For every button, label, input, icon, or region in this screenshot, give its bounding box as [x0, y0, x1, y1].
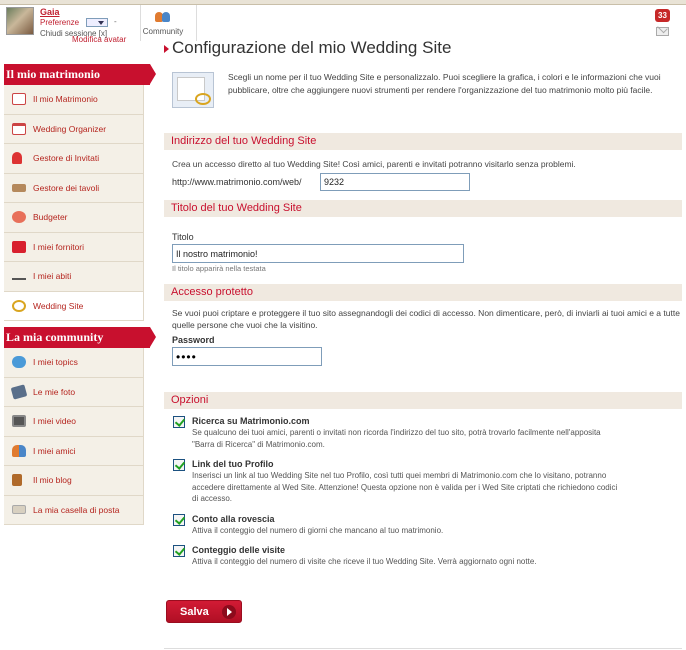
separator-dash: -	[114, 17, 117, 26]
sidebar-item-abiti[interactable]: I miei abiti	[4, 262, 144, 292]
sidebar: Il mio matrimonio Il mio Matrimonio Wedd…	[4, 64, 156, 525]
preferences-dropdown[interactable]	[86, 18, 108, 27]
sidebar-item-gestore-invitati[interactable]: Gestore di Invitati	[4, 144, 144, 174]
sidebar-item-budgeter[interactable]: Budgeter	[4, 203, 144, 233]
option-visit-counter: Conteggio delle visite Attiva il contegg…	[164, 544, 682, 568]
sidebar-item-label: I miei video	[33, 416, 76, 427]
sidebar-item-video[interactable]: I miei video	[4, 407, 144, 437]
sidebar-item-label: Gestore dei tavoli	[33, 182, 100, 193]
option-countdown-checkbox[interactable]	[173, 513, 185, 526]
sidebar-item-wedding-site[interactable]: Wedding Site	[4, 291, 144, 321]
notification-badge[interactable]: 33	[655, 9, 670, 22]
community-label: Community	[142, 27, 184, 36]
sidebar-item-label: La mia casella di posta	[33, 504, 120, 515]
friends-icon	[12, 444, 26, 457]
option-title: Conto alla rovescia	[192, 513, 275, 524]
option-title: Conteggio delle visite	[192, 545, 286, 555]
tables-icon	[12, 183, 26, 192]
mail-icon[interactable]	[656, 27, 669, 36]
divider	[164, 648, 682, 649]
community-button[interactable]: Community	[140, 7, 186, 41]
budget-icon	[12, 211, 26, 224]
address-description: Crea un accesso diretto al tuo Wedding S…	[172, 159, 576, 169]
wedding-site-illustration-icon	[172, 72, 214, 108]
edit-avatar-link[interactable]: Modifica avatar	[72, 35, 126, 44]
password-label: Password	[172, 335, 215, 345]
hanger-icon	[12, 272, 26, 281]
sidebar-item-fornitori[interactable]: I miei fornitori	[4, 232, 144, 262]
divider	[196, 5, 197, 41]
title-input[interactable]	[172, 244, 464, 263]
option-visit-counter-checkbox[interactable]	[173, 545, 185, 557]
preferences-label[interactable]: Preferenze	[40, 18, 79, 27]
sidebar-item-blog[interactable]: Il mio blog	[4, 466, 144, 496]
photo-icon	[10, 384, 28, 400]
sidebar-item-label: I miei topics	[33, 357, 78, 368]
sidebar-item-topics[interactable]: I miei topics	[4, 348, 144, 378]
sidebar-item-label: Il mio blog	[33, 475, 72, 486]
intro-text: Scegli un nome per il tuo Wedding Site e…	[228, 72, 661, 95]
site-url-input[interactable]	[320, 173, 470, 191]
mail-icon	[12, 505, 26, 515]
option-search: Ricerca su Matrimonio.com Se qualcuno de…	[164, 415, 682, 450]
rings-icon	[12, 299, 26, 312]
sidebar-header-community: La mia community	[4, 327, 156, 348]
sidebar-header-wedding: Il mio matrimonio	[4, 64, 156, 85]
blog-icon	[12, 474, 22, 487]
page-title: Configurazione del mio Wedding Site	[164, 38, 682, 60]
option-description: Attiva il conteggio del numero di visite…	[192, 557, 537, 566]
save-button-label: Salva	[180, 606, 209, 618]
option-countdown: Conto alla rovescia Attiva il conteggio …	[164, 513, 682, 537]
title-help-text: Il titolo apparirà nella testata	[172, 264, 266, 273]
option-description: Inserisci un link al tuo Wedding Site ne…	[192, 471, 618, 503]
sidebar-item-posta[interactable]: La mia casella di posta	[4, 495, 144, 525]
sidebar-item-label: Wedding Site	[33, 300, 84, 311]
community-icon	[154, 11, 172, 23]
section-heading-address: Indirizzo del tuo Wedding Site	[164, 133, 682, 150]
avatar[interactable]	[6, 7, 34, 35]
sidebar-item-il-mio-matrimonio[interactable]: Il mio Matrimonio	[4, 85, 144, 115]
sidebar-item-label: Il mio Matrimonio	[33, 94, 98, 105]
section-heading-title: Titolo del tuo Wedding Site	[164, 200, 682, 217]
option-title: Ricerca su Matrimonio.com	[192, 416, 310, 426]
organizer-icon	[12, 122, 26, 135]
sidebar-item-label: I miei abiti	[33, 271, 72, 282]
guests-icon	[12, 152, 22, 165]
sidebar-item-gestore-tavoli[interactable]: Gestore dei tavoli	[4, 173, 144, 203]
speech-bubbles-icon	[12, 356, 26, 369]
section-heading-protected: Accesso protetto	[164, 284, 682, 301]
main-content: Configurazione del mio Wedding Site Sceg…	[164, 38, 682, 623]
option-profile-link-checkbox[interactable]	[173, 459, 185, 471]
sidebar-item-label: Budgeter	[33, 212, 68, 223]
url-prefix: http://www.matrimonio.com/web/	[172, 177, 302, 187]
sidebar-community-list: I miei topics Le mie foto I miei video I…	[4, 348, 144, 525]
heart-icon	[12, 240, 26, 253]
protected-description: Se vuoi puoi criptare e proteggere il tu…	[172, 308, 680, 330]
sidebar-item-label: I miei fornitori	[33, 241, 85, 252]
sidebar-item-label: Wedding Organizer	[33, 123, 107, 134]
sidebar-item-amici[interactable]: I miei amici	[4, 436, 144, 466]
sidebar-wedding-list: Il mio Matrimonio Wedding Organizer Gest…	[4, 85, 144, 321]
section-heading-options: Opzioni	[164, 392, 682, 409]
calendar-heart-icon	[12, 93, 26, 106]
option-title: Link del tuo Profilo	[192, 459, 274, 469]
password-input[interactable]	[172, 347, 322, 366]
sidebar-item-wedding-organizer[interactable]: Wedding Organizer	[4, 114, 144, 144]
url-row: http://www.matrimonio.com/web/	[164, 170, 682, 194]
sidebar-item-foto[interactable]: Le mie foto	[4, 377, 144, 407]
sidebar-item-label: Le mie foto	[33, 386, 76, 397]
option-search-checkbox[interactable]	[173, 416, 185, 428]
sidebar-item-label: I miei amici	[33, 445, 76, 456]
option-description: Se qualcuno dei tuoi amici, parenti o in…	[192, 428, 601, 449]
title-label: Titolo	[172, 232, 194, 242]
intro-box: Scegli un nome per il tuo Wedding Site e…	[164, 68, 682, 130]
video-icon	[12, 415, 26, 428]
save-button[interactable]: Salva	[166, 600, 242, 623]
option-description: Attiva il conteggio del numero di giorni…	[192, 525, 444, 535]
sidebar-item-label: Gestore di Invitati	[33, 153, 100, 164]
option-profile-link: Link del tuo Profilo Inserisci un link a…	[164, 458, 682, 505]
user-name-link[interactable]: Gaia	[40, 7, 60, 17]
arrow-right-icon	[222, 605, 236, 619]
